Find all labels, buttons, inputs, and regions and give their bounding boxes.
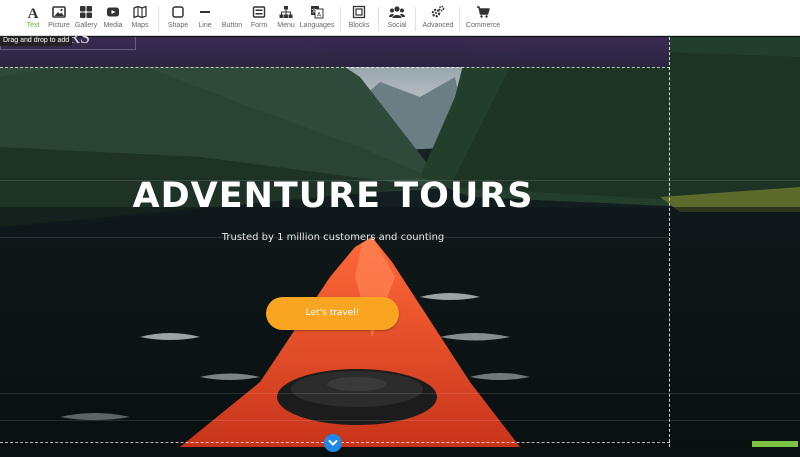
hero-title[interactable]: ADVENTURE TOURS xyxy=(0,176,666,216)
tool-menu[interactable]: Menu xyxy=(275,5,297,33)
media-icon xyxy=(107,7,119,17)
tool-line[interactable]: Line xyxy=(194,5,216,33)
social-icon xyxy=(389,6,405,18)
chevron-down-icon xyxy=(328,440,338,446)
tool-social[interactable]: Social xyxy=(386,5,408,33)
text-icon: A xyxy=(28,6,39,19)
toolbar-divider xyxy=(158,7,159,31)
tool-languages-label: Languages xyxy=(299,22,335,29)
picture-icon xyxy=(52,6,66,18)
tool-media-label: Media xyxy=(103,22,123,29)
tool-gallery[interactable]: Gallery xyxy=(75,5,97,33)
tool-advanced[interactable]: Advanced xyxy=(422,5,454,33)
hero-subtitle[interactable]: Trusted by 1 million customers and count… xyxy=(0,232,666,243)
tool-form[interactable]: Form xyxy=(248,5,270,33)
drag-tooltip: Drag and drop to add xyxy=(0,36,73,46)
tool-commerce-label: Commerce xyxy=(465,22,501,29)
tool-media[interactable]: Media xyxy=(102,5,124,33)
tool-commerce[interactable]: Commerce xyxy=(466,5,500,33)
toolbar-divider xyxy=(378,7,379,31)
tool-shape-label: Shape xyxy=(167,22,189,29)
tool-social-label: Social xyxy=(387,22,407,29)
form-icon xyxy=(252,6,266,18)
tool-form-label: Form xyxy=(250,22,268,29)
shape-icon xyxy=(172,6,184,18)
tool-maps[interactable]: Maps xyxy=(129,5,151,33)
tool-gallery-label: Gallery xyxy=(74,22,98,29)
lets-travel-button[interactable]: Let's travel! xyxy=(266,297,399,330)
tool-text-label: Text xyxy=(26,22,40,29)
menu-icon xyxy=(279,6,293,18)
tool-text[interactable]: A Text xyxy=(22,5,44,33)
line-icon xyxy=(200,11,210,13)
editor-toolbar: A Text Picture Gallery Media Maps Shape … xyxy=(0,0,800,36)
row-guide xyxy=(0,393,800,394)
advanced-icon xyxy=(431,5,445,18)
scroll-down-button[interactable] xyxy=(324,434,342,452)
tool-blocks-label: Blocks xyxy=(348,22,370,29)
tool-advanced-label: Advanced xyxy=(422,22,454,29)
toolbar-divider xyxy=(459,7,460,31)
tool-maps-label: Maps xyxy=(131,22,149,29)
svg-text:A: A xyxy=(28,6,39,19)
section-guide-right xyxy=(669,37,670,447)
commerce-icon xyxy=(477,6,490,18)
tool-blocks[interactable]: Blocks xyxy=(347,5,371,33)
edit-handle[interactable] xyxy=(752,441,798,447)
gallery-icon xyxy=(80,6,92,18)
tool-line-label: Line xyxy=(198,22,212,29)
tool-menu-label: Menu xyxy=(277,22,295,29)
tool-button-label: Button xyxy=(221,22,243,29)
maps-icon xyxy=(133,5,147,19)
section-guide-top xyxy=(0,67,670,68)
tool-button[interactable]: Button xyxy=(220,5,244,33)
tool-picture-label: Picture xyxy=(48,22,70,29)
toolbar-divider xyxy=(340,7,341,31)
tool-picture[interactable]: Picture xyxy=(48,5,70,33)
toolbar-divider xyxy=(415,7,416,31)
tool-shape[interactable]: Shape xyxy=(167,5,189,33)
row-guide xyxy=(0,420,800,421)
languages-icon: A文 xyxy=(311,6,324,19)
button-icon xyxy=(225,5,239,19)
svg-text:文: 文 xyxy=(311,8,316,15)
blocks-icon xyxy=(352,5,366,19)
tool-languages[interactable]: A文 Languages xyxy=(299,5,335,33)
